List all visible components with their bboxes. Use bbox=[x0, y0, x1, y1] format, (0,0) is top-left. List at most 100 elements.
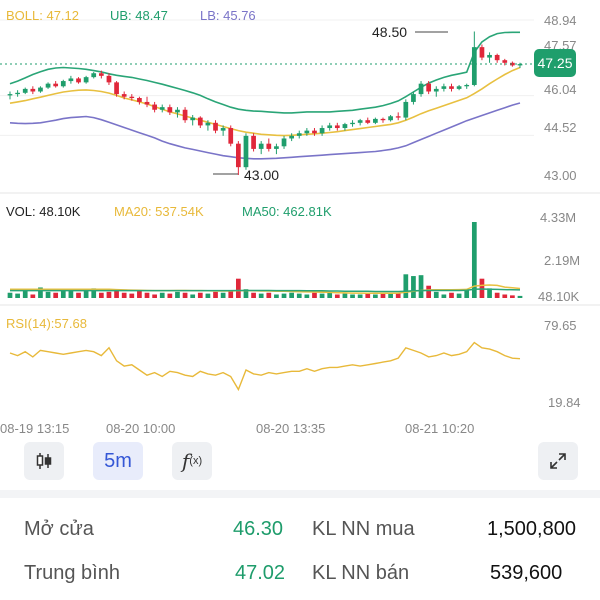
volume-bar bbox=[449, 292, 454, 298]
open-value: 46.30 bbox=[233, 518, 284, 540]
lb-legend: LB: 45.76 bbox=[200, 8, 256, 23]
volume-bar bbox=[334, 294, 340, 298]
stats-row-average: Trung bình 47.02 KL NN bán 539,600 bbox=[0, 554, 600, 594]
interval-button[interactable]: 5m bbox=[93, 442, 143, 480]
candle-body bbox=[15, 92, 20, 95]
volume-bar bbox=[167, 293, 173, 298]
chart-toolbar: 5m f (x) bbox=[0, 442, 600, 482]
volume-bar bbox=[83, 290, 89, 298]
stats-row-open: Mở cửa 46.30 KL NN mua 1,500,800 bbox=[0, 510, 600, 550]
chart-canvas[interactable]: BOLL: 47.12 UB: 48.47 LB: 45.76 48.94 46… bbox=[0, 0, 600, 442]
candle-body bbox=[350, 122, 355, 125]
volume-bar bbox=[342, 293, 348, 298]
volume-bar bbox=[365, 293, 371, 298]
volume-bar bbox=[388, 293, 393, 298]
candle-body bbox=[304, 130, 310, 134]
volume-bar bbox=[494, 292, 500, 298]
candle-body bbox=[197, 117, 203, 126]
volume-bar bbox=[213, 291, 218, 298]
volume-bar bbox=[114, 290, 119, 298]
ub-legend: UB: 48.47 bbox=[110, 8, 168, 23]
volume-bar bbox=[251, 292, 256, 298]
current-price-label: 47.25 bbox=[537, 55, 572, 71]
candle-body bbox=[449, 86, 454, 89]
volume-bar bbox=[296, 293, 302, 298]
price-axis-tick: 48.94 bbox=[544, 13, 577, 28]
function-icon[interactable]: f (x) bbox=[172, 442, 212, 480]
candle-body bbox=[464, 84, 470, 87]
price-gridlines bbox=[0, 19, 534, 136]
volume-bar bbox=[357, 294, 363, 298]
volume-bar bbox=[45, 291, 51, 298]
volume-bar bbox=[517, 295, 523, 298]
candle-body bbox=[182, 109, 188, 121]
volume-bar bbox=[190, 294, 196, 298]
candle-body bbox=[106, 75, 112, 83]
volume-bar bbox=[235, 278, 241, 298]
volume-bar bbox=[456, 293, 462, 298]
open-label: Mở cửa bbox=[24, 518, 94, 540]
candle-body bbox=[167, 107, 173, 113]
expand-icon[interactable] bbox=[538, 442, 578, 480]
candle-body bbox=[7, 94, 13, 96]
candle-body bbox=[456, 86, 462, 89]
candle-body bbox=[395, 116, 401, 118]
candle-body bbox=[319, 128, 325, 134]
rsi-legend: RSI(14):57.68 bbox=[6, 316, 87, 331]
candle-body bbox=[228, 128, 234, 144]
volume-bar bbox=[220, 292, 226, 298]
price-axis-tick: 44.52 bbox=[544, 120, 577, 135]
candle-body bbox=[426, 83, 432, 92]
volume-bar bbox=[205, 293, 211, 298]
candle-body bbox=[159, 107, 165, 110]
candle-body bbox=[205, 122, 211, 126]
volume-bar bbox=[418, 275, 424, 298]
candle-body bbox=[30, 88, 36, 92]
volume-bar bbox=[433, 291, 439, 298]
volume-bar bbox=[98, 292, 104, 298]
rsi-path bbox=[9, 341, 521, 392]
rsi-axis-tick: 19.84 bbox=[548, 395, 581, 410]
candle-body bbox=[441, 86, 447, 89]
average-label: Trung bình bbox=[24, 562, 120, 584]
candle-body bbox=[68, 78, 74, 82]
volume-bar bbox=[258, 293, 264, 298]
candle-body bbox=[144, 101, 150, 105]
volume-bar bbox=[228, 290, 234, 298]
candle-body bbox=[175, 109, 180, 113]
candle-body bbox=[487, 54, 492, 58]
volume-bar bbox=[289, 292, 295, 298]
volume-bar bbox=[281, 293, 287, 298]
candle-body bbox=[403, 101, 409, 118]
volume-bar bbox=[197, 292, 203, 298]
candle-body bbox=[243, 135, 249, 168]
volume-bar bbox=[129, 293, 135, 298]
candle-body bbox=[334, 125, 340, 129]
volume-bar bbox=[106, 291, 112, 298]
foreign-sell-label: KL NN bán bbox=[312, 562, 410, 584]
candle-body bbox=[121, 94, 127, 97]
candle-body bbox=[289, 135, 295, 139]
candle-body bbox=[190, 117, 196, 121]
rsi-axis-tick: 79.65 bbox=[544, 318, 577, 333]
volume-bar bbox=[403, 274, 409, 298]
section-divider bbox=[0, 490, 600, 498]
candle-body bbox=[388, 116, 393, 121]
high-price-label: 48.50 bbox=[372, 24, 407, 40]
candle-body bbox=[22, 88, 28, 93]
time-axis-tick: 08-21 10:20 bbox=[405, 421, 474, 436]
candlesticks[interactable] bbox=[7, 31, 523, 175]
volume-bar bbox=[464, 290, 470, 298]
candle-body bbox=[83, 77, 89, 83]
candle-body bbox=[38, 87, 43, 92]
volume-bar bbox=[7, 292, 13, 298]
candlestick-icon[interactable] bbox=[24, 442, 64, 480]
volume-bar bbox=[121, 292, 127, 298]
volume-bar bbox=[373, 294, 378, 298]
candle-body bbox=[365, 120, 371, 123]
volume-bar bbox=[441, 294, 447, 298]
volume-bar bbox=[274, 294, 279, 298]
candle-body bbox=[479, 47, 485, 58]
candle-body bbox=[380, 118, 386, 121]
volume-bar bbox=[175, 291, 180, 298]
